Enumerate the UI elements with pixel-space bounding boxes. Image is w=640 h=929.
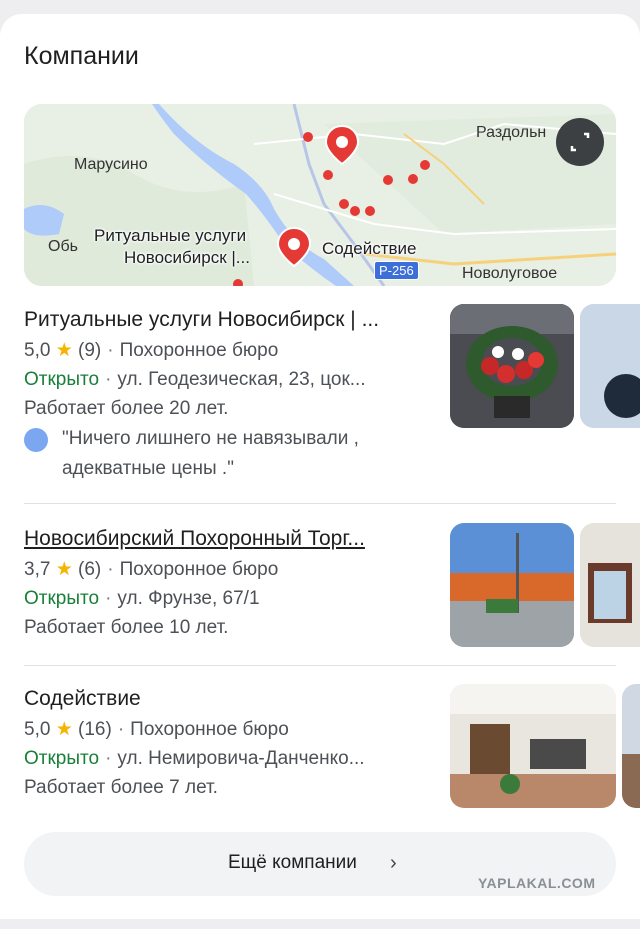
listing-1-photo-2[interactable] bbox=[580, 304, 640, 428]
map[interactable]: Раздольн Марусино Обь Ритуальные услуги … bbox=[24, 104, 616, 286]
divider bbox=[24, 503, 616, 504]
review-count: (9) bbox=[78, 340, 102, 361]
map-label-ritual-2: Новосибирск |... bbox=[124, 248, 250, 267]
wreath-photo bbox=[450, 304, 574, 428]
review-quote-line2: адекватные цены ." bbox=[62, 458, 234, 479]
star-icon: ★ bbox=[55, 719, 73, 740]
address: ул. Фрунзе, 67/1 bbox=[117, 588, 260, 609]
listing-name[interactable]: Содействие bbox=[24, 687, 444, 711]
map-label-novolugovoe: Новолуговое bbox=[462, 265, 558, 282]
map-label-ritual-1: Ритуальные услуги bbox=[94, 226, 247, 245]
listing-2-photo-1[interactable] bbox=[450, 523, 574, 647]
divider bbox=[24, 665, 616, 666]
expand-icon bbox=[570, 132, 590, 152]
star-icon: ★ bbox=[55, 559, 73, 580]
listing-name[interactable]: Новосибирский Похоронный Торг... bbox=[24, 527, 444, 551]
chevron-right-icon: › bbox=[390, 852, 397, 874]
review-quote-line1: "Ничего лишнего не навязывали , bbox=[62, 428, 359, 449]
star-icon: ★ bbox=[55, 340, 73, 361]
category: Похоронное бюро bbox=[119, 340, 279, 361]
listing-3-photo-1[interactable] bbox=[450, 684, 616, 808]
office-interior-photo bbox=[450, 684, 616, 808]
office-photo bbox=[622, 684, 640, 808]
listing-2-photo-2[interactable] bbox=[580, 523, 640, 647]
building-street-photo bbox=[450, 523, 574, 647]
rating-value: 5,0 bbox=[24, 340, 51, 361]
more-companies-label: Ещё компании bbox=[228, 852, 357, 873]
open-status: Открыто bbox=[24, 748, 100, 769]
map-label-ob: Обь bbox=[48, 238, 78, 255]
rating-value: 5,0 bbox=[24, 719, 51, 740]
address: ул. Немировича-Данченко... bbox=[117, 748, 365, 769]
listing-1-photo-1[interactable] bbox=[450, 304, 574, 428]
listing-name[interactable]: Ритуальные услуги Новосибирск | ... bbox=[24, 308, 444, 332]
section-title: Компании bbox=[24, 42, 139, 70]
category: Похоронное бюро bbox=[119, 559, 279, 580]
review-count: (6) bbox=[78, 559, 102, 580]
map-label-sodeystvie: Содействие bbox=[322, 239, 417, 258]
open-status: Открыто bbox=[24, 369, 100, 390]
storefront-photo bbox=[580, 523, 640, 647]
map-label-marusino: Марусино bbox=[74, 156, 148, 173]
listing-3-photo-2[interactable] bbox=[622, 684, 640, 808]
user-avatar-icon bbox=[24, 428, 48, 452]
address: ул. Геодезическая, 23, цок... bbox=[117, 369, 366, 390]
watermark: YAPLAKAL.COM bbox=[478, 875, 596, 891]
person-photo bbox=[580, 304, 640, 428]
category: Похоронное бюро bbox=[130, 719, 289, 740]
open-status: Открыто bbox=[24, 588, 100, 609]
review-count: (16) bbox=[78, 719, 112, 740]
map-label-razdolnoe: Раздольн bbox=[476, 124, 547, 141]
rating-value: 3,7 bbox=[24, 559, 51, 580]
road-badge: Р-256 bbox=[374, 261, 419, 280]
companies-card: Компании Раздольн Марусино Обь Ритуальны… bbox=[0, 14, 640, 919]
expand-map-button[interactable] bbox=[556, 118, 604, 166]
